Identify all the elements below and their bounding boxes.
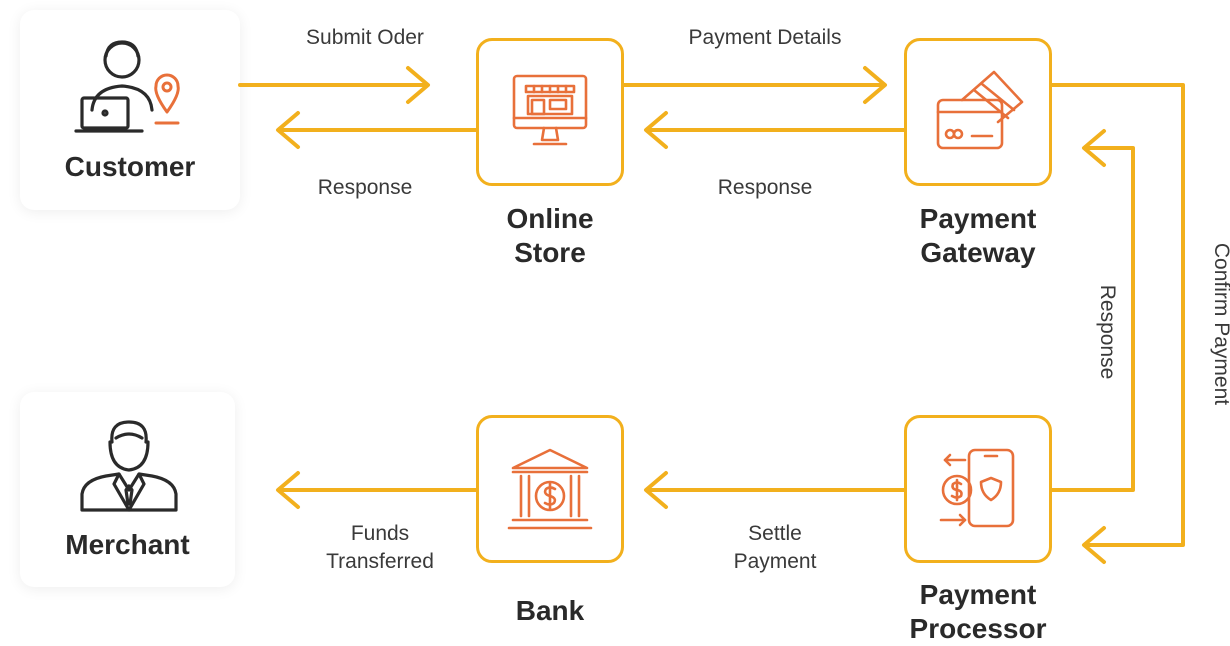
submit-order-arrow (238, 66, 430, 104)
settle-payment-label: Settle Payment (690, 520, 860, 576)
payment-details-arrow (622, 66, 887, 104)
submit-order-label: Submit Oder (306, 26, 424, 49)
customer-laptop-location-icon (74, 40, 180, 133)
response-processor-gateway-arrow (1050, 129, 1135, 492)
response-store-customer-label: Response (317, 176, 413, 199)
funds-transferred-arrow (276, 471, 478, 509)
response-gateway-store-label: Response (717, 176, 813, 199)
merchant-label: Merchant (65, 529, 190, 560)
online-store-label: Online Store (450, 202, 650, 270)
storefront-monitor-icon (512, 74, 588, 146)
mobile-payment-shield-icon (939, 448, 1015, 528)
settle-payment-label-line1: Settle (748, 522, 802, 545)
bank-label: Bank (515, 595, 585, 626)
response-store-customer-arrow (276, 111, 478, 149)
payment-gateway-label-line2: Gateway (920, 237, 1036, 268)
online-store-label-line2: Store (514, 237, 586, 268)
payment-processor-label-line1: Payment (919, 579, 1037, 610)
funds-transferred-label: Funds Transferred (295, 520, 465, 576)
bank-dollar-icon (507, 448, 593, 530)
funds-transferred-label-line1: Funds (350, 522, 410, 545)
businessman-icon (80, 420, 178, 512)
online-store-label-line1: Online (506, 203, 594, 234)
payment-details-label: Payment Details (688, 26, 842, 49)
payment-gateway-label-line1: Payment (919, 203, 1037, 234)
settle-payment-arrow (644, 471, 906, 509)
settle-payment-label-line2: Payment (733, 550, 817, 573)
response-processor-gateway-label: Response (1096, 284, 1119, 380)
credit-card-icon (936, 70, 1024, 150)
payment-processor-label: Payment Processor (878, 578, 1078, 646)
confirm-payment-label: Confirm Payment (1210, 242, 1230, 406)
response-gateway-store-arrow (644, 111, 906, 149)
customer-label: Customer (64, 151, 196, 182)
payment-processor-label-line2: Processor (909, 613, 1047, 644)
payment-gateway-label: Payment Gateway (878, 202, 1078, 270)
funds-transferred-label-line2: Transferred (326, 550, 434, 573)
